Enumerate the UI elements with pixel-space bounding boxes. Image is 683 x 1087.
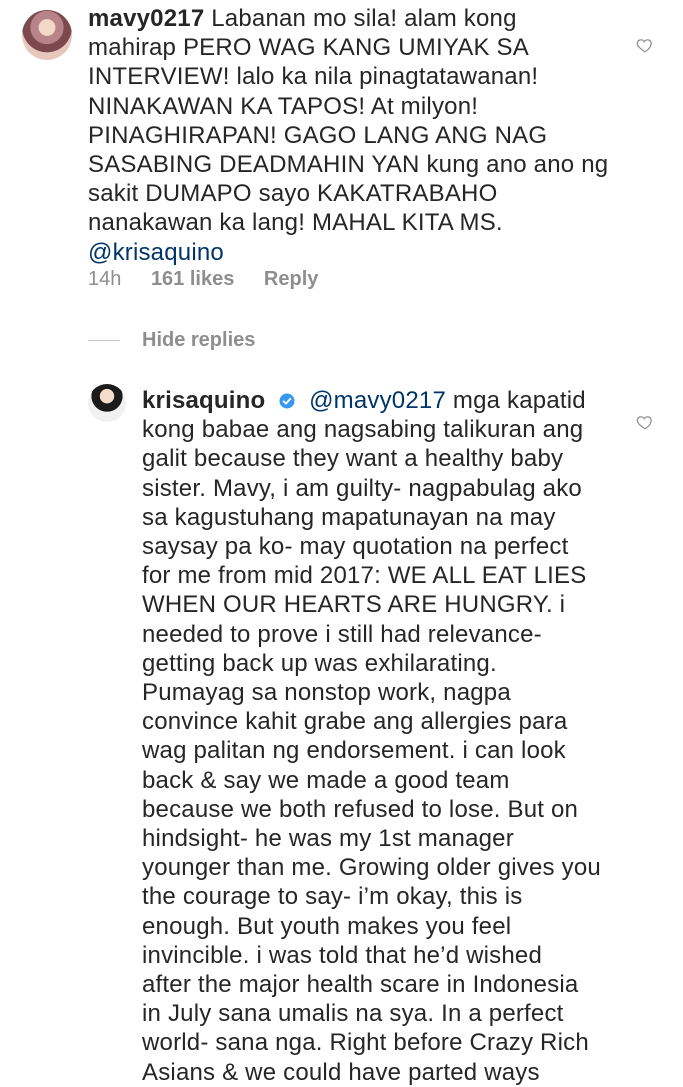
comment-text-line: sa kagustuhang mapatunayan na may bbox=[142, 503, 556, 531]
comment-text-line: back & say we made a good team bbox=[142, 766, 510, 794]
comment-meta: 14h 161 likes Reply bbox=[88, 268, 342, 291]
comment-text-line: sakit DUMAPO sayo KAKATRABAHO bbox=[88, 180, 498, 208]
comment-text-line: nanakawan ka lang! MAHAL KITA MS. bbox=[88, 209, 503, 237]
comment-text-line: hindsight- he was my 1st manager bbox=[142, 825, 514, 853]
comment-text: krisaquino @mavy0217 mga kapatid kong ba… bbox=[142, 386, 662, 1087]
comment-text-line: kong babae ang nagsabing talikuran ang bbox=[142, 416, 584, 444]
comment-text-line: because we both refused to lose. But on bbox=[142, 795, 579, 823]
comment-text-line: saysay pa ko- may quotation na perfect bbox=[142, 533, 569, 561]
username-link[interactable]: mavy0217 bbox=[88, 5, 204, 32]
heart-outline-icon[interactable] bbox=[636, 36, 654, 54]
likes-count[interactable]: 161 likes bbox=[151, 268, 234, 290]
comment-first-line: mavy0217 Labanan mo sila! alam kong bbox=[88, 4, 648, 33]
comment-text-line: galit because they want a healthy baby bbox=[142, 445, 564, 473]
comment-text-line: SASABING DEADMAHIN YAN kung ano ano ng bbox=[88, 151, 609, 179]
comment-time: 14h bbox=[88, 268, 122, 290]
comment-text-line: getting back up was exhilarating. bbox=[142, 649, 497, 677]
comment-text-line: invincible. i was told that he’d wished bbox=[142, 941, 543, 969]
comment-text-line: WHEN OUR HEARTS ARE HUNGRY. i bbox=[142, 591, 566, 619]
comment-text-line: Asians & we could have parted ways bbox=[142, 1058, 540, 1086]
hide-replies-button[interactable]: Hide replies bbox=[88, 329, 255, 352]
comment-text-line: mga kapatid bbox=[452, 387, 586, 414]
reply-button[interactable]: Reply bbox=[264, 268, 318, 290]
hide-replies-label: Hide replies bbox=[142, 329, 256, 351]
avatar[interactable] bbox=[88, 384, 126, 422]
avatar[interactable] bbox=[22, 10, 72, 60]
comment-text-line: sister. Mavy, i am guilty- nagpabulag ak… bbox=[142, 474, 582, 502]
mention-link[interactable]: @krisaquino bbox=[88, 238, 648, 267]
divider-line bbox=[88, 340, 120, 341]
comment-text: mavy0217 Labanan mo sila! alam kong mahi… bbox=[88, 4, 648, 267]
comment-text-line: wag palitan ng endorsement. i can look bbox=[142, 737, 566, 765]
comment-text-line: PINAGHIRAPAN! GAGO LANG ANG NAG bbox=[88, 121, 548, 149]
comment-text-line: enough. But youth makes you feel bbox=[142, 912, 512, 940]
comment-text-line: in July sana umalis na sya. In a perfect bbox=[142, 1000, 564, 1028]
heart-outline-icon[interactable] bbox=[636, 413, 654, 431]
comment-text-line: NINAKAWAN KA TAPOS! At milyon! bbox=[88, 92, 479, 120]
comment-text-line: after the major health scare in Indonesi… bbox=[142, 971, 579, 999]
comment-text-line: world- sana nga. Right before Crazy Rich bbox=[142, 1029, 589, 1057]
comment-text-line: INTERVIEW! lalo ka nila pinagtatawanan! bbox=[88, 63, 539, 91]
comment-text-line: convince kahit grabe ang allergies para bbox=[142, 708, 568, 736]
comment-text-line: the courage to say- i’m okay, this is bbox=[142, 883, 523, 911]
comment-text-line: younger than me. Growing older gives you bbox=[142, 854, 601, 882]
comment-text-line: Pumayag sa nonstop work, nagpa bbox=[142, 679, 511, 707]
comment-text-line: mahirap PERO WAG KANG UMIYAK SA bbox=[88, 34, 529, 62]
verified-badge-icon bbox=[279, 393, 295, 409]
mention-link[interactable]: @mavy0217 bbox=[309, 387, 446, 414]
username-link[interactable]: krisaquino bbox=[142, 387, 265, 414]
comment-text-line: needed to prove i still had relevance- bbox=[142, 620, 542, 648]
comment-first-line: krisaquino @mavy0217 mga kapatid bbox=[142, 386, 662, 415]
comment-text-line: Labanan mo sila! alam kong bbox=[211, 5, 517, 32]
comment-text-line: for me from mid 2017: WE ALL EAT LIES bbox=[142, 562, 587, 590]
